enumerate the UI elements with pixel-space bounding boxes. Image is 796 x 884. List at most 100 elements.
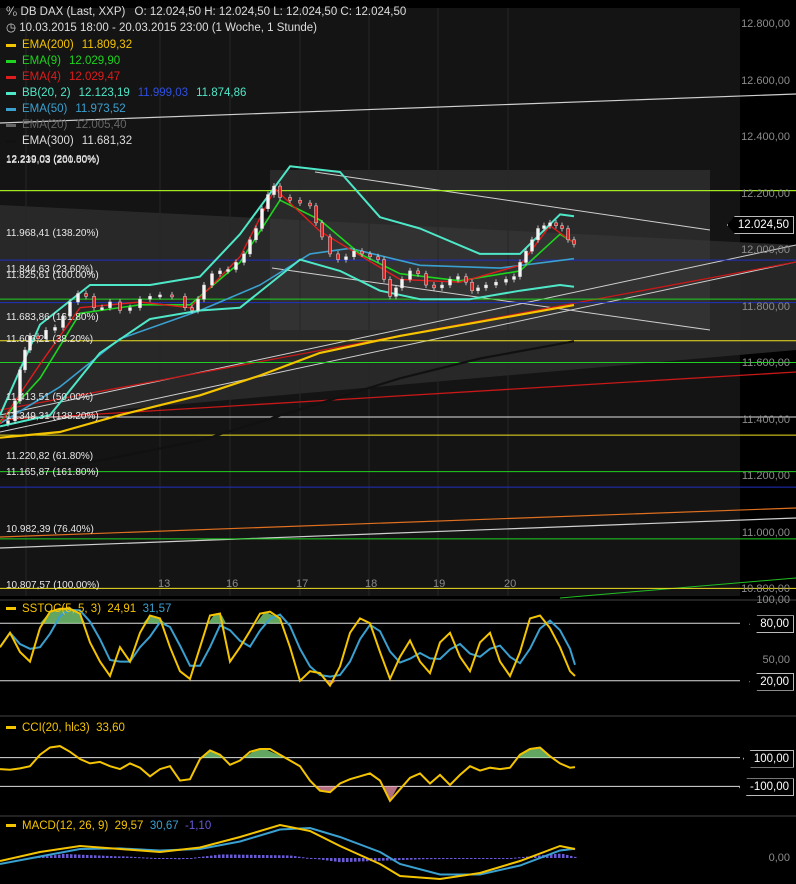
legend-value: 11.874,86 [196, 87, 247, 99]
macd-histogram-bar [46, 856, 49, 858]
candle-body [226, 269, 230, 272]
macd-histogram-bar [326, 858, 329, 861]
macd-histogram-bar [354, 858, 357, 862]
candle-body [23, 349, 27, 371]
macd-histogram-bar [486, 858, 489, 859]
macd-histogram-bar [358, 858, 361, 862]
sstoc-level-tag: 80,00 [749, 615, 794, 634]
macd-histogram-bar [418, 858, 421, 860]
candle-body [196, 298, 200, 311]
chart-header: ⁰⁄₀ DB DAX (Last, XXP) O: 12.024,50 H: 1… [6, 4, 406, 20]
macd-histogram-bar [430, 858, 433, 860]
macd-histogram-bar [214, 855, 217, 858]
sstoc-level-tag: 20,00 [749, 672, 794, 691]
candle-body [394, 287, 398, 297]
macd-histogram-bar [474, 858, 477, 859]
level-label: 10.982,39 (76.40%) [6, 524, 94, 535]
legend-swatch [6, 91, 16, 95]
macd-histogram-bar [146, 857, 149, 859]
macd-histogram-bar [330, 858, 333, 861]
macd-histogram-bar [462, 858, 465, 859]
level-label: 11.968,41 (138.20%) [6, 228, 99, 239]
time-axis-tick: 18 [365, 578, 378, 590]
macd-histogram-bar [90, 855, 93, 858]
candle-body [376, 256, 380, 260]
time-axis-tick: 16 [226, 578, 239, 590]
candle-body [336, 253, 340, 260]
candle-body [138, 298, 142, 308]
macd-histogram-bar [270, 855, 273, 858]
macd-histogram-bar [114, 856, 117, 858]
legend-label: EMA(9) [22, 55, 61, 67]
macd-histogram-bar [258, 854, 261, 858]
candle-body [494, 281, 498, 286]
cci-level-tag: 100,00 [742, 749, 794, 768]
macd-histogram-bar [106, 855, 109, 858]
price-axis-tick: 12.400,00 [741, 131, 790, 144]
legend-item: EMA(200) 11.809,32 [6, 37, 246, 53]
legend-value: 11.809,32 [81, 39, 133, 51]
price-axis-tick: 11.200,00 [741, 470, 790, 483]
candle-body [118, 301, 122, 311]
candle-body [248, 239, 252, 255]
candle-body [484, 284, 488, 289]
macd-histogram-bar [138, 857, 141, 859]
macd-histogram-bar [458, 858, 461, 859]
candle-body [554, 222, 558, 226]
macd-histogram-bar [134, 856, 137, 858]
macd-histogram-bar [562, 853, 565, 858]
candle-body [76, 293, 80, 303]
candle-body [432, 284, 436, 289]
sstoc-title: SSTOC(5, 5, 3) 24,91 31,57 [6, 603, 171, 615]
legend-swatch [6, 59, 16, 63]
macd-histogram-bar [222, 854, 225, 858]
macd-histogram-bar [442, 858, 445, 860]
macd-histogram-bar [198, 857, 201, 859]
period-text: 10.03.2015 18:00 - 20.03.2015 23:00 (1 W… [19, 22, 317, 34]
level-label: 11.165,87 (161.80%) [6, 467, 99, 478]
macd-histogram-bar [398, 858, 401, 861]
macd-histogram-bar [306, 857, 309, 859]
macd-histogram-bar [102, 855, 105, 858]
macd-histogram-bar [130, 856, 133, 858]
level-label: 11.606,21 (38.20%) [6, 334, 94, 345]
time-axis-tick: 17 [296, 578, 309, 590]
candle-body [278, 185, 282, 198]
macd-histogram-bar [182, 858, 185, 859]
level-label: 11.413,51 (50.00%) [6, 392, 94, 403]
macd-histogram-bar [498, 858, 501, 859]
macd-histogram-bar [234, 854, 237, 858]
price-axis-tick: 12.000,00 [741, 244, 790, 257]
macd-histogram-bar [54, 855, 57, 858]
price-axis-tick: 11.000,00 [741, 526, 790, 539]
macd-histogram-bar [186, 858, 189, 859]
macd-histogram-bar [294, 856, 297, 858]
macd-histogram-bar [558, 853, 561, 858]
price-axis-tick: 12.800,00 [741, 17, 790, 30]
macd-histogram-bar [282, 855, 285, 858]
legend-item: EMA(4) 12.029,47 [6, 69, 246, 85]
macd-histogram-bar [98, 855, 101, 858]
macd-histogram-bar [250, 854, 253, 858]
price-axis-tick: 12.600,00 [741, 74, 790, 87]
legend-label: EMA(300) [22, 135, 74, 147]
macd-histogram-bar [510, 858, 513, 859]
legend-item: BB(20, 2) 12.123,19 11.999,03 11.874,86 [6, 85, 246, 101]
candle-body [504, 279, 508, 283]
macd-histogram-bar [206, 856, 209, 858]
candle-body [170, 294, 174, 298]
candle-body [202, 284, 206, 300]
candle-body [360, 250, 364, 255]
candle-body [388, 279, 392, 297]
macd-histogram-bar [238, 854, 241, 858]
candle-body [190, 307, 194, 311]
candle-body [448, 279, 452, 286]
clock-icon: ◷ [6, 22, 17, 34]
candle-body [440, 284, 444, 289]
price-axis-tick: 12.200,00 [741, 187, 790, 200]
time-axis-tick: 20 [504, 578, 517, 590]
candle-body [512, 276, 516, 280]
candle-body [108, 301, 112, 308]
macd-histogram-bar [166, 858, 169, 859]
candle-body [572, 239, 576, 245]
